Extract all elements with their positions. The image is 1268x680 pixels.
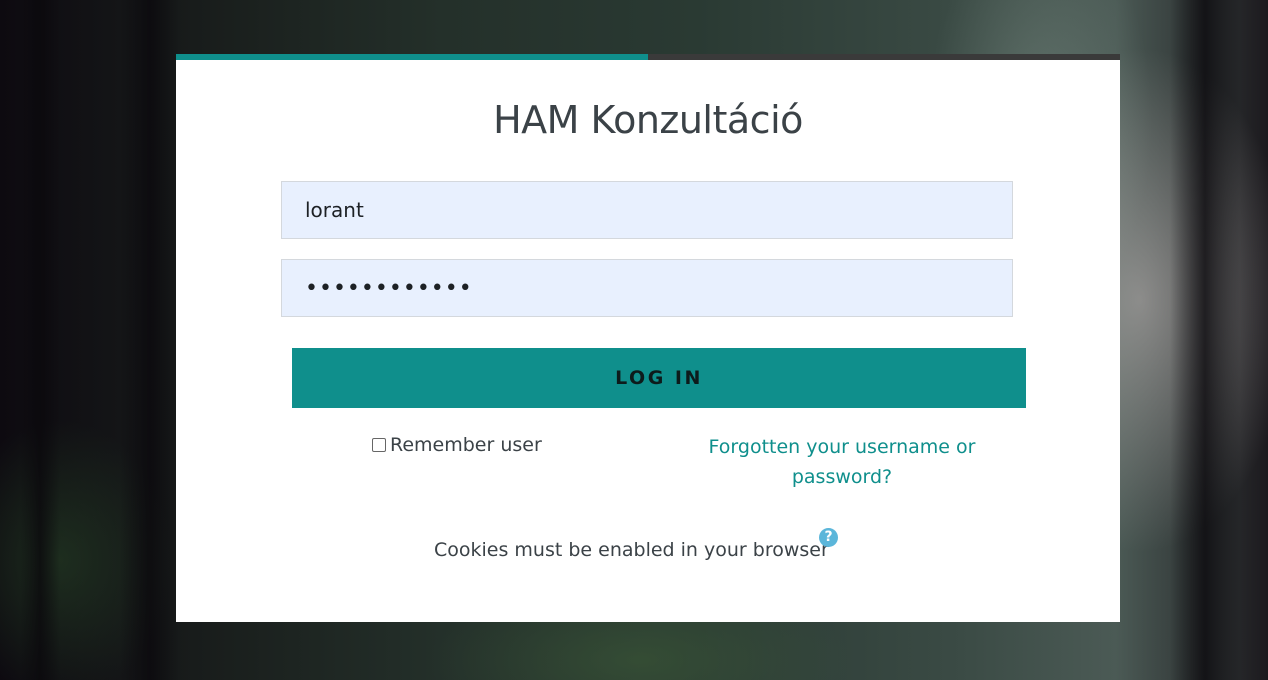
tree-trunk-shadow (120, 0, 180, 680)
login-card: HAM Konzultáció LOG IN Remember user For… (176, 54, 1120, 622)
progress-bar-fill (176, 54, 648, 60)
tree-trunk-shadow (20, 0, 60, 680)
password-input[interactable] (281, 259, 1013, 317)
remember-user[interactable]: Remember user (372, 434, 542, 456)
forgot-credentials-link[interactable]: Forgotten your username or password? (686, 432, 998, 492)
remember-user-checkbox[interactable] (372, 438, 386, 452)
site-title: HAM Konzultáció (493, 98, 803, 142)
progress-bar (176, 54, 1120, 60)
remember-user-label: Remember user (390, 434, 542, 456)
username-input[interactable] (281, 181, 1013, 239)
question-circle-icon[interactable]: ? (819, 528, 838, 547)
login-button[interactable]: LOG IN (292, 348, 1026, 408)
tree-trunk-shadow (1170, 0, 1240, 680)
cookies-notice: Cookies must be enabled in your browser (434, 539, 829, 561)
